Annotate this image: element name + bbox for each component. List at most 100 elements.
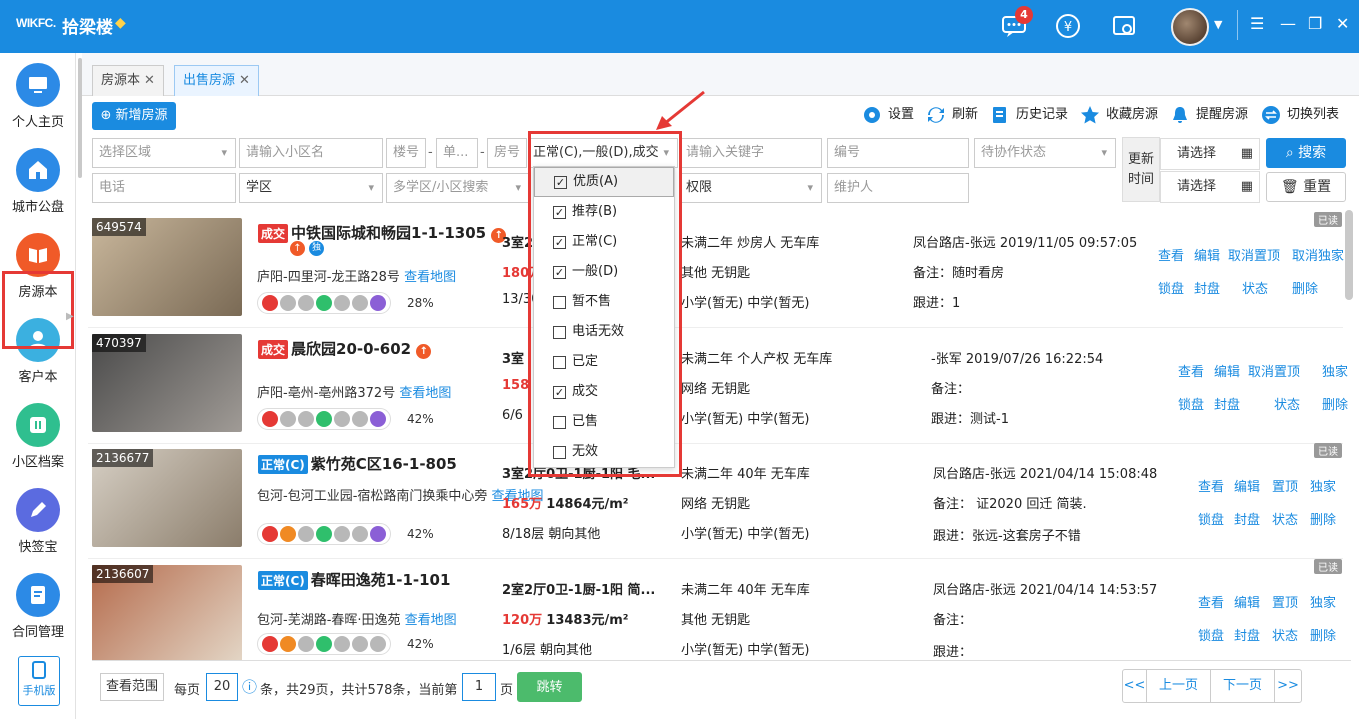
history-button[interactable]: 历史记录 [990,104,1068,126]
date-to-picker[interactable]: 请选择 ▦ [1160,171,1260,203]
reset-button[interactable]: 🗑 重置 [1266,172,1346,202]
trash-icon: 🗑 [1280,179,1299,195]
view-map-link[interactable]: 查看地图 [399,386,451,401]
action-link[interactable]: 取消置顶 [1248,361,1300,380]
tab-listings-book[interactable]: 房源本 ✕ [92,65,164,96]
listing-title[interactable]: 紫竹苑C区16-1-805 [311,455,457,473]
last-page-button[interactable]: >> [1275,670,1301,702]
action-link[interactable]: 编辑 [1214,361,1240,380]
action-link[interactable]: 编辑 [1234,592,1260,611]
action-link[interactable]: 封盘 [1234,625,1260,644]
listing-title[interactable]: 春晖田逸苑1-1-101 [311,571,451,589]
listing-agent: 凤台路店-张远 2019/11/05 09:57:05 [913,236,1138,251]
action-link[interactable]: 锁盘 [1198,625,1224,644]
action-link[interactable]: 编辑 [1194,245,1220,264]
action-link[interactable]: 独家 [1310,476,1336,495]
close-icon[interactable]: ✕ [239,73,250,88]
action-link[interactable]: 删除 [1310,509,1336,528]
building-input[interactable]: 楼号 [386,138,426,168]
page-number-input[interactable]: 1 [462,673,496,701]
view-map-link[interactable]: 查看地图 [405,613,457,628]
sidebar-item-contract[interactable]: 合同管理 [0,565,76,645]
close-icon[interactable]: ✕ [144,73,155,88]
scope-button[interactable]: 查看范围 [100,673,164,701]
action-link[interactable]: 置顶 [1272,592,1298,611]
action-link[interactable]: 封盘 [1214,394,1240,413]
action-link[interactable]: 编辑 [1234,476,1260,495]
settings-window-icon[interactable] [1110,12,1138,40]
search-button[interactable]: ⌕ 搜索 [1266,138,1346,168]
menu-icon[interactable]: ☰ [1250,14,1264,33]
listing-title[interactable]: 中铁国际城和畅园1-1-1305 [291,224,486,242]
action-link[interactable]: 取消置顶 [1228,245,1280,264]
action-link[interactable]: 置顶 [1272,476,1298,495]
permission-select[interactable]: 权限 [679,173,822,203]
action-link[interactable]: 状态 [1272,509,1298,528]
next-page-button[interactable]: 下一页 [1211,670,1275,702]
sidebar-item-home[interactable]: 个人主页 [0,55,76,135]
action-link[interactable]: 状态 [1272,625,1298,644]
action-link[interactable]: 锁盘 [1158,278,1184,297]
tab-for-sale[interactable]: 出售房源 ✕ [174,65,259,96]
action-link[interactable]: 删除 [1322,394,1348,413]
unit-input[interactable]: 单... [436,138,478,168]
help-icon[interactable]: ⓘ [242,676,257,697]
action-link[interactable]: 独家 [1310,592,1336,611]
room-input[interactable]: 房号 [487,138,527,168]
multi-school-select[interactable]: 多学区/小区搜索 [386,173,530,203]
coop-status-select[interactable]: 待协作状态 [974,138,1116,168]
user-avatar[interactable] [1171,8,1209,46]
date-from-picker[interactable]: 请选择 ▦ [1160,138,1260,170]
add-listing-label: 新增房源 [115,108,168,123]
refresh-button[interactable]: 刷新 [926,104,978,126]
action-link[interactable]: 取消独家 [1292,245,1344,264]
action-link[interactable]: 状态 [1274,394,1300,413]
school-select[interactable]: 学区 [239,173,383,203]
close-icon[interactable]: ✕ [1336,14,1349,33]
action-link[interactable]: 查看 [1158,245,1184,264]
listing-card[interactable]: 649574 成交 中铁国际城和畅园1-1-1305 ↑ ↑ 独庐阳-四里河-龙王路2… [88,212,1359,324]
add-listing-button[interactable]: ⊕ 新增房源 [92,102,176,130]
finance-icon[interactable]: ¥ [1054,12,1082,40]
jump-button[interactable]: 跳转 [517,672,582,702]
phone-input[interactable]: 电话 [92,173,236,203]
action-link[interactable]: 删除 [1310,625,1336,644]
sidebar-item-city[interactable]: 城市公盘 [0,140,76,220]
remind-button[interactable]: 提醒房源 [1170,104,1248,126]
listing-card[interactable]: 2136677 正常(C) 紫竹苑C区16-1-805 包河-包河工业园-宿松路南门… [88,443,1359,555]
unit-price: 13483元/m² [546,613,629,628]
action-link[interactable]: 封盘 [1194,278,1220,297]
view-map-link[interactable]: 查看地图 [404,270,456,285]
listing-card[interactable]: 470397 成交 晨欣园20-0-602 ↑ 庐阳-亳州-亳州路372号 查看地图… [88,330,1359,440]
action-link[interactable]: 查看 [1178,361,1204,380]
action-link[interactable]: 锁盘 [1178,394,1204,413]
action-link[interactable]: 删除 [1292,278,1318,297]
restore-icon[interactable]: ❐ [1308,14,1322,33]
chevron-down-icon[interactable]: ▼ [1214,18,1222,31]
code-input[interactable]: 编号 [827,138,969,168]
action-link[interactable]: 查看 [1198,592,1224,611]
listing-card[interactable]: 2136607 正常(C) 春晖田逸苑1-1-101 包河-芜湖路-春晖·田逸苑 查… [88,559,1359,671]
prev-page-button[interactable]: 上一页 [1147,670,1211,702]
community-input[interactable]: 请输入小区名 [239,138,383,168]
first-page-button[interactable]: << [1123,670,1147,702]
maintainer-input[interactable]: 维护人 [827,173,969,203]
minimize-icon[interactable]: — [1280,14,1296,33]
region-select[interactable]: 选择区域 [92,138,236,168]
tab-bar: 房源本 ✕ 出售房源 ✕ [82,53,1359,96]
settings-button[interactable]: 设置 [862,104,914,126]
favorites-button[interactable]: 收藏房源 [1080,104,1158,126]
list-scrollbar[interactable] [1345,210,1353,300]
action-link[interactable]: 封盘 [1234,509,1260,528]
listing-title[interactable]: 晨欣园20-0-602 [291,340,411,358]
mobile-version-button[interactable]: 手机版 [18,656,60,706]
page-size-input[interactable]: 20 [206,673,238,701]
action-link[interactable]: 独家 [1322,361,1348,380]
action-link[interactable]: 状态 [1242,278,1268,297]
sidebar-item-archive[interactable]: 小区档案 [0,395,76,475]
sidebar-item-sign[interactable]: 快签宝 [0,480,76,560]
keyword-input[interactable]: 请输入关键字 [679,138,822,168]
action-link[interactable]: 锁盘 [1198,509,1224,528]
switch-list-button[interactable]: 切换列表 [1261,104,1339,126]
action-link[interactable]: 查看 [1198,476,1224,495]
